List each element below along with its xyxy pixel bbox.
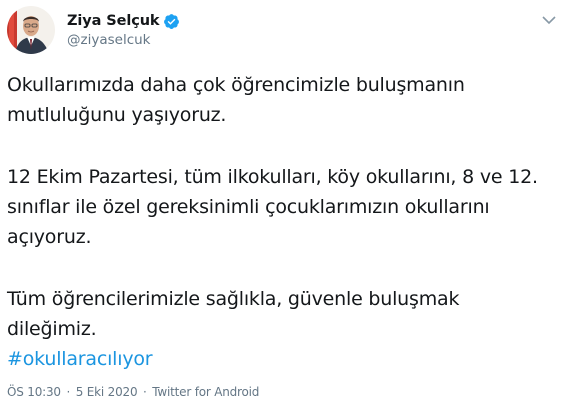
paragraph-line: açıyoruz. [7, 226, 92, 248]
avatar-image [7, 6, 55, 54]
name-row: Ziya Selçuk [67, 13, 180, 30]
paragraph-line: 12 Ekim Pazartesi, tüm ilkokulları, köy … [7, 166, 538, 188]
paragraph-line: mutluluğunu yaşıyoruz. [7, 104, 227, 126]
hashtag-link[interactable]: #okullaracılıyor [7, 344, 567, 374]
tweet-meta: ÖS 10:30 · 5 Eki 2020 · Twitter for Andr… [7, 385, 259, 399]
author-names: Ziya Selçuk @ziyaselcuk [67, 13, 180, 48]
verified-badge-icon [163, 13, 180, 30]
tweet-text: Okullarımızda daha çok öğrencimizle bulu… [7, 70, 567, 374]
user-handle[interactable]: @ziyaselcuk [67, 32, 180, 48]
display-name[interactable]: Ziya Selçuk [67, 13, 160, 29]
paragraph-line: Tüm öğrencilerimizle sağlıkla, güvenle b… [7, 288, 460, 310]
paragraph-line: sınıflar ile özel gereksinimli çocukları… [7, 196, 490, 218]
tweet-header: Ziya Selçuk @ziyaselcuk [7, 6, 180, 54]
paragraph-line: dileğimiz. [7, 318, 97, 340]
tweet-card: Ziya Selçuk @ziyaselcuk Okullarımızda da… [0, 0, 568, 400]
paragraph-line: Okullarımızda daha çok öğrencimizle bulu… [7, 74, 465, 96]
meta-separator: · [66, 385, 71, 399]
avatar[interactable] [7, 6, 55, 54]
tweet-date[interactable]: 5 Eki 2020 [76, 385, 138, 399]
meta-separator: · [143, 385, 147, 399]
chevron-down-icon[interactable] [542, 10, 556, 25]
tweet-source[interactable]: Twitter for Android [152, 385, 259, 399]
tweet-time[interactable]: ÖS 10:30 [7, 385, 61, 399]
